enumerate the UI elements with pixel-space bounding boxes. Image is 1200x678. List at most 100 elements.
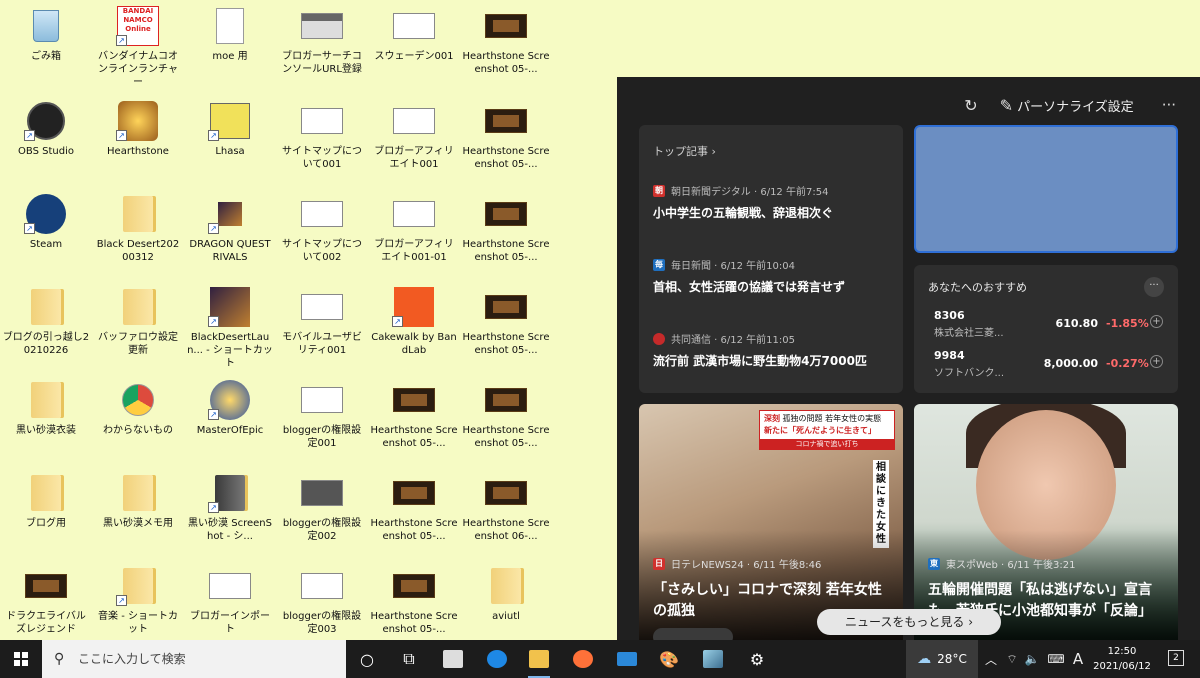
desktop-icon-hearthstone[interactable]: ↗ Hearthstone: [92, 95, 184, 158]
desktop-icon-sitemap-001[interactable]: サイトマップについて001: [276, 95, 368, 171]
photo-news-card[interactable]: 東東スポWeb · 6/11 午後3:21 五輪開催問題「私は逃げない」宣言も……: [914, 404, 1178, 640]
desktop-icon-blogger-permission-001[interactable]: bloggerの権限設定001: [276, 374, 368, 450]
dragon-quest-rivals-icon: [218, 202, 242, 226]
news-story[interactable]: 共同通信 · 6/12 午前11:05 流行前 武漢市場に野生動物4万7000匹: [653, 331, 893, 369]
taskbar-file-explorer[interactable]: [518, 640, 560, 678]
desktop-icon-blogger-import[interactable]: ブロガーインポート: [184, 560, 276, 636]
desktop-icon-hearthstone-screenshot[interactable]: Hearthstone Screenshot 06-...: [460, 467, 552, 543]
taskbar-store[interactable]: [432, 640, 474, 678]
desktop-icon-hearthstone-screenshot[interactable]: Hearthstone Screenshot 05-...: [368, 467, 460, 543]
weather-card-placeholder[interactable]: [914, 125, 1178, 253]
desktop-icon-kuroi-sabaku-costume[interactable]: 黒い砂漠衣装: [0, 374, 92, 437]
desktop-icon-hearthstone-screenshot[interactable]: Hearthstone Screenshot 05-...: [460, 281, 552, 357]
taskbar-paint[interactable]: 🎨: [648, 640, 690, 678]
desktop-icon-hearthstone-screenshot[interactable]: Hearthstone Screenshot 05-...: [460, 374, 552, 450]
news-story[interactable]: 毎毎日新聞 · 6/12 午前10:04 首相、女性活躍の協議では発言せず: [653, 257, 893, 295]
desktop-icon-music-shortcut[interactable]: ↗ 音楽 - ショートカット: [92, 560, 184, 636]
clock-date: 2021/06/12: [1093, 661, 1151, 672]
paint-palette-icon: 🎨: [659, 649, 679, 669]
desktop-icon-dq-rivals-legend[interactable]: ドラクエライバルズレジェンド: [0, 560, 92, 636]
desktop-icon-hearthstone-screenshot[interactable]: Hearthstone Screenshot 05-...: [460, 0, 552, 76]
desktop-icon-hearthstone-screenshot[interactable]: Hearthstone Screenshot 05-...: [460, 95, 552, 171]
taskbar-clock[interactable]: 12:50 2021/06/12: [1086, 644, 1158, 674]
desktop-icon-steam[interactable]: ↗ Steam: [0, 188, 92, 251]
publisher-logo-icon: 東: [928, 557, 940, 570]
desktop-icon-blog-folder[interactable]: ブログ用: [0, 467, 92, 530]
more-icon[interactable]: ···: [1162, 96, 1176, 114]
taskbar-search-box[interactable]: ⚲ ここに入力して検索: [42, 640, 346, 678]
news-story[interactable]: 朝朝日新聞デジタル · 6/12 午前7:54 小中学生の五輪観戦、辞退相次ぐ: [653, 183, 893, 221]
top-stories-card: トップ記事 › 朝朝日新聞デジタル · 6/12 午前7:54 小中学生の五輪観…: [639, 125, 903, 393]
taskbar-mail[interactable]: [606, 640, 648, 678]
desktop-icon-blogger-permission-003[interactable]: bloggerの権限設定003: [276, 560, 368, 636]
volume-icon[interactable]: 🔈: [1022, 640, 1042, 678]
desktop-icon-black-desert-folder[interactable]: Black Desert20200312: [92, 188, 184, 264]
desktop-icon-recycle-bin[interactable]: ごみ箱: [0, 0, 92, 63]
desktop-icon-sweden-001[interactable]: スウェーデン001: [368, 0, 460, 63]
taskbar-firefox[interactable]: [562, 640, 604, 678]
desktop-icon-blogger-affiliate-001[interactable]: ブロガーアフィリエイト001: [368, 95, 460, 171]
taskbar-edge[interactable]: [476, 640, 518, 678]
desktop-icon-hearthstone-screenshot[interactable]: Hearthstone Screenshot 05-...: [368, 374, 460, 450]
image-file-icon: [301, 387, 343, 413]
desktop-icon-blogger-affiliate-001-01[interactable]: ブロガーアフィリエイト001-01: [368, 188, 460, 264]
story-headline: 流行前 武漢市場に野生動物4万7000匹: [653, 354, 867, 368]
photo-news-card[interactable]: 深刻 孤独の問題 若年女性の実態 新たに「死んだように生きて」 コロナ禍で追い打…: [639, 404, 903, 640]
desktop-icon-bandai-namco-launcher[interactable]: BANDAI NAMCO Online ↗ バンダイナムコオンラインランチャー: [92, 0, 184, 89]
taskbar-app[interactable]: [692, 640, 734, 678]
publisher-logo-icon: 朝: [653, 184, 665, 197]
shortcut-arrow-icon: ↗: [392, 316, 403, 327]
desktop-icon-hearthstone-screenshot[interactable]: Hearthstone Screenshot 05-...: [460, 188, 552, 264]
news-and-interests-button[interactable]: ☁ 28°C: [906, 640, 978, 678]
add-icon[interactable]: +: [1150, 315, 1163, 328]
desktop-icon-blog-move-folder[interactable]: ブログの引っ越し20210226: [0, 281, 92, 357]
desktop-icon-search-console-url[interactable]: ブロガーサーチコンソールURL登録: [276, 0, 368, 76]
stock-row[interactable]: 8306 株式会社三菱... 610.80 -1.85% +: [934, 309, 1164, 339]
image-file-icon: [393, 108, 435, 134]
add-icon[interactable]: +: [1150, 355, 1163, 368]
desktop-icon-hearthstone-screenshot[interactable]: Hearthstone Screenshot 05-...: [368, 560, 460, 636]
panel-toolbar: ↻ ✎ パーソナライズ設定 ···: [964, 93, 1200, 117]
desktop-icon-mobile-usability[interactable]: モバイルユーザビリティ001: [276, 281, 368, 357]
desktop-icon-lhasa[interactable]: ↗ Lhasa: [184, 95, 276, 158]
image-file-icon: [301, 480, 343, 506]
desktop-icon-kuroi-sabaku-memo[interactable]: 黒い砂漠メモ用: [92, 467, 184, 530]
desktop-icon-master-of-epic[interactable]: ↗ MasterOfEpic: [184, 374, 276, 437]
tv-caption: 深刻 孤独の問題 若年女性の実態 新たに「死んだように生きて」 コロナ禍で追い打…: [759, 410, 895, 450]
personalize-button[interactable]: パーソナライズ設定: [1017, 96, 1134, 115]
notification-icon[interactable]: 2: [1168, 650, 1184, 666]
desktop-icon-sitemap-002[interactable]: サイトマップについて002: [276, 188, 368, 264]
screenshot-file-icon: [393, 388, 435, 412]
refresh-icon[interactable]: ↻: [964, 96, 977, 115]
start-button[interactable]: [0, 640, 42, 678]
desktop-icon-aviutl[interactable]: aviutl: [460, 560, 552, 623]
chevron-up-icon[interactable]: ︿: [982, 640, 1000, 678]
screenshot-file-icon: [485, 202, 527, 226]
ime-mode-indicator[interactable]: A: [1070, 640, 1086, 678]
publisher-logo-icon: [653, 332, 665, 345]
desktop-icon-moe[interactable]: moe 用: [184, 0, 276, 63]
desktop-icon-buffalo-settings[interactable]: バッファロウ設定更新: [92, 281, 184, 357]
chrome-icon: [122, 384, 154, 416]
stock-row[interactable]: 9984 ソフトバンク... 8,000.00 -0.27% +: [934, 349, 1164, 379]
more-news-button[interactable]: ニュースをもっと見る ›: [817, 609, 1001, 635]
reaction-bar[interactable]: [653, 628, 733, 640]
keyboard-icon[interactable]: ⌨: [1044, 640, 1068, 678]
desktop-icon-dragon-quest-rivals[interactable]: ↗ DRAGON QUEST RIVALS: [184, 188, 276, 264]
shortcut-arrow-icon: ↗: [208, 223, 219, 234]
more-icon[interactable]: ···: [1144, 277, 1164, 297]
desktop-icon-unknown-items[interactable]: わからないもの: [92, 374, 184, 437]
desktop-icon-obs-studio[interactable]: ↗ OBS Studio: [0, 95, 92, 158]
cortana-button[interactable]: ○: [346, 640, 388, 678]
wifi-icon[interactable]: ⌔: [1002, 640, 1022, 678]
windows-logo-icon: [14, 652, 28, 666]
desktop-icon-blogger-permission-002[interactable]: bloggerの権限設定002: [276, 467, 368, 543]
taskbar-settings[interactable]: ⚙: [736, 640, 778, 678]
image-file-icon: [209, 573, 251, 599]
recommend-header: あなたへのおすすめ: [928, 281, 1027, 294]
desktop-icon-black-desert-launcher[interactable]: ↗ BlackDesertLaun... - ショートカット: [184, 281, 276, 370]
task-view-button[interactable]: ⧉: [388, 640, 430, 678]
desktop-icon-kuroi-sabaku-screenshot[interactable]: ↗ 黒い砂漠 ScreenShot - シ...: [184, 467, 276, 543]
desktop-icon-cakewalk[interactable]: ↗ Cakewalk by BandLab: [368, 281, 460, 357]
top-stories-header[interactable]: トップ記事 ›: [653, 143, 716, 159]
